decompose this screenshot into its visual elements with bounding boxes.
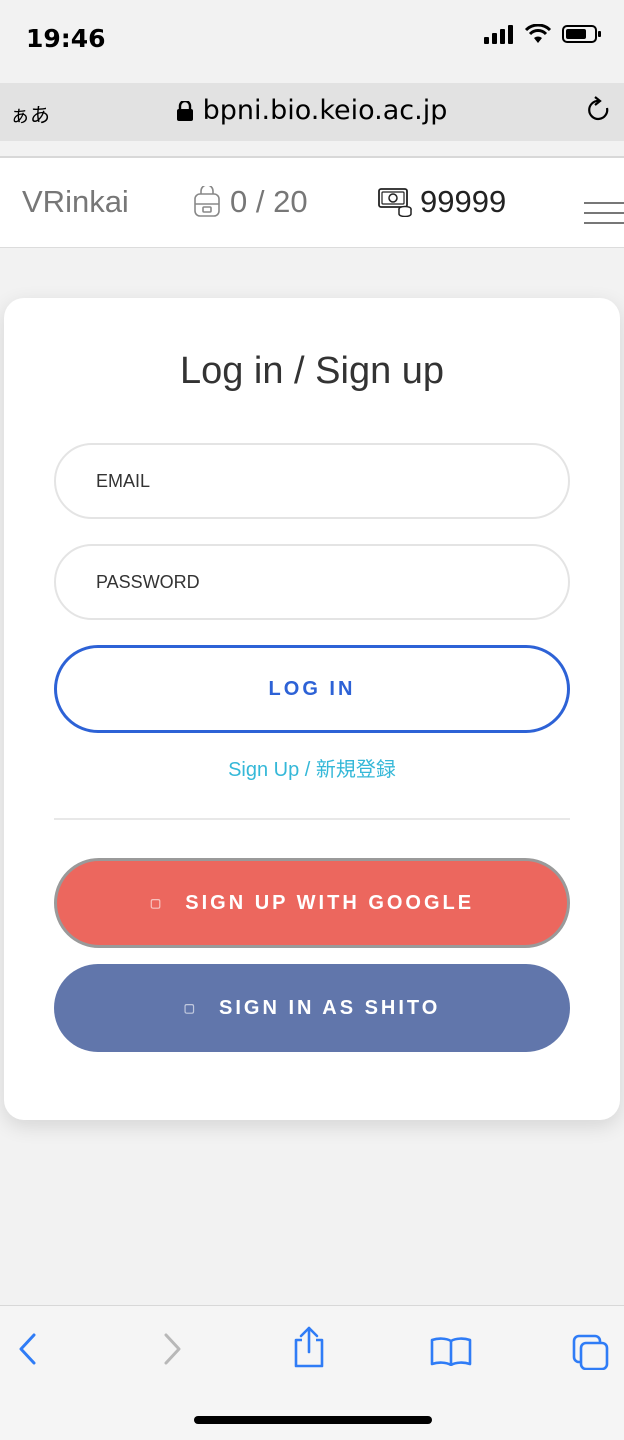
signal-icon xyxy=(484,25,513,44)
bag-count: 0 / 20 xyxy=(230,184,308,219)
shito-signin-label: SIGN IN AS SHITO xyxy=(218,996,441,1019)
app-navbar: VRinkai 0 / 20 99999 xyxy=(0,158,624,248)
login-button[interactable]: LOG IN xyxy=(54,645,570,733)
status-icons xyxy=(484,24,602,44)
google-signup-button[interactable]: ▢ SIGN UP WITH GOOGLE xyxy=(54,858,570,948)
backpack-icon xyxy=(194,186,220,217)
google-icon: ▢ xyxy=(149,896,162,910)
password-field[interactable] xyxy=(56,546,568,618)
coin-count: 99999 xyxy=(420,184,507,219)
user-icon: ▢ xyxy=(183,1001,195,1015)
status-time: 19:46 xyxy=(26,24,106,53)
address-field[interactable]: bpni.bio.keio.ac.jp xyxy=(0,95,624,126)
brand-link[interactable]: VRinkai xyxy=(22,184,129,220)
reload-icon[interactable] xyxy=(586,95,612,125)
google-signup-label: SIGN UP WITH GOOGLE xyxy=(185,891,475,914)
signup-link[interactable]: Sign Up / 新規登録 xyxy=(4,753,620,782)
url-bar[interactable]: ぁあ bpni.bio.keio.ac.jp xyxy=(0,83,624,141)
share-icon[interactable] xyxy=(291,1326,327,1368)
login-card: Log in / Sign up LOG IN Sign Up / 新規登録 ▢… xyxy=(4,298,620,1120)
wifi-icon xyxy=(524,24,552,43)
password-field-wrapper xyxy=(54,544,570,620)
lock-icon xyxy=(176,100,193,121)
page-title: Log in / Sign up xyxy=(179,350,445,392)
home-indicator xyxy=(194,1416,432,1424)
tabs-icon[interactable] xyxy=(572,1334,610,1370)
back-icon[interactable] xyxy=(16,1332,40,1366)
bag-indicator: 0 / 20 xyxy=(192,184,308,220)
status-bar: 19:46 xyxy=(0,0,624,80)
money-icon xyxy=(378,188,412,217)
coin-indicator: 99999 xyxy=(378,184,506,220)
shito-signin-button[interactable]: ▢ SIGN IN AS SHITO xyxy=(54,964,570,1052)
url-text: bpni.bio.keio.ac.jp xyxy=(202,95,448,126)
hamburger-menu-icon[interactable] xyxy=(584,202,624,232)
divider xyxy=(54,818,570,820)
forward-icon[interactable] xyxy=(160,1332,184,1366)
email-field[interactable] xyxy=(56,445,568,517)
bookmarks-icon[interactable] xyxy=(430,1336,472,1366)
email-field-wrapper xyxy=(54,443,570,519)
battery-icon xyxy=(562,25,601,43)
